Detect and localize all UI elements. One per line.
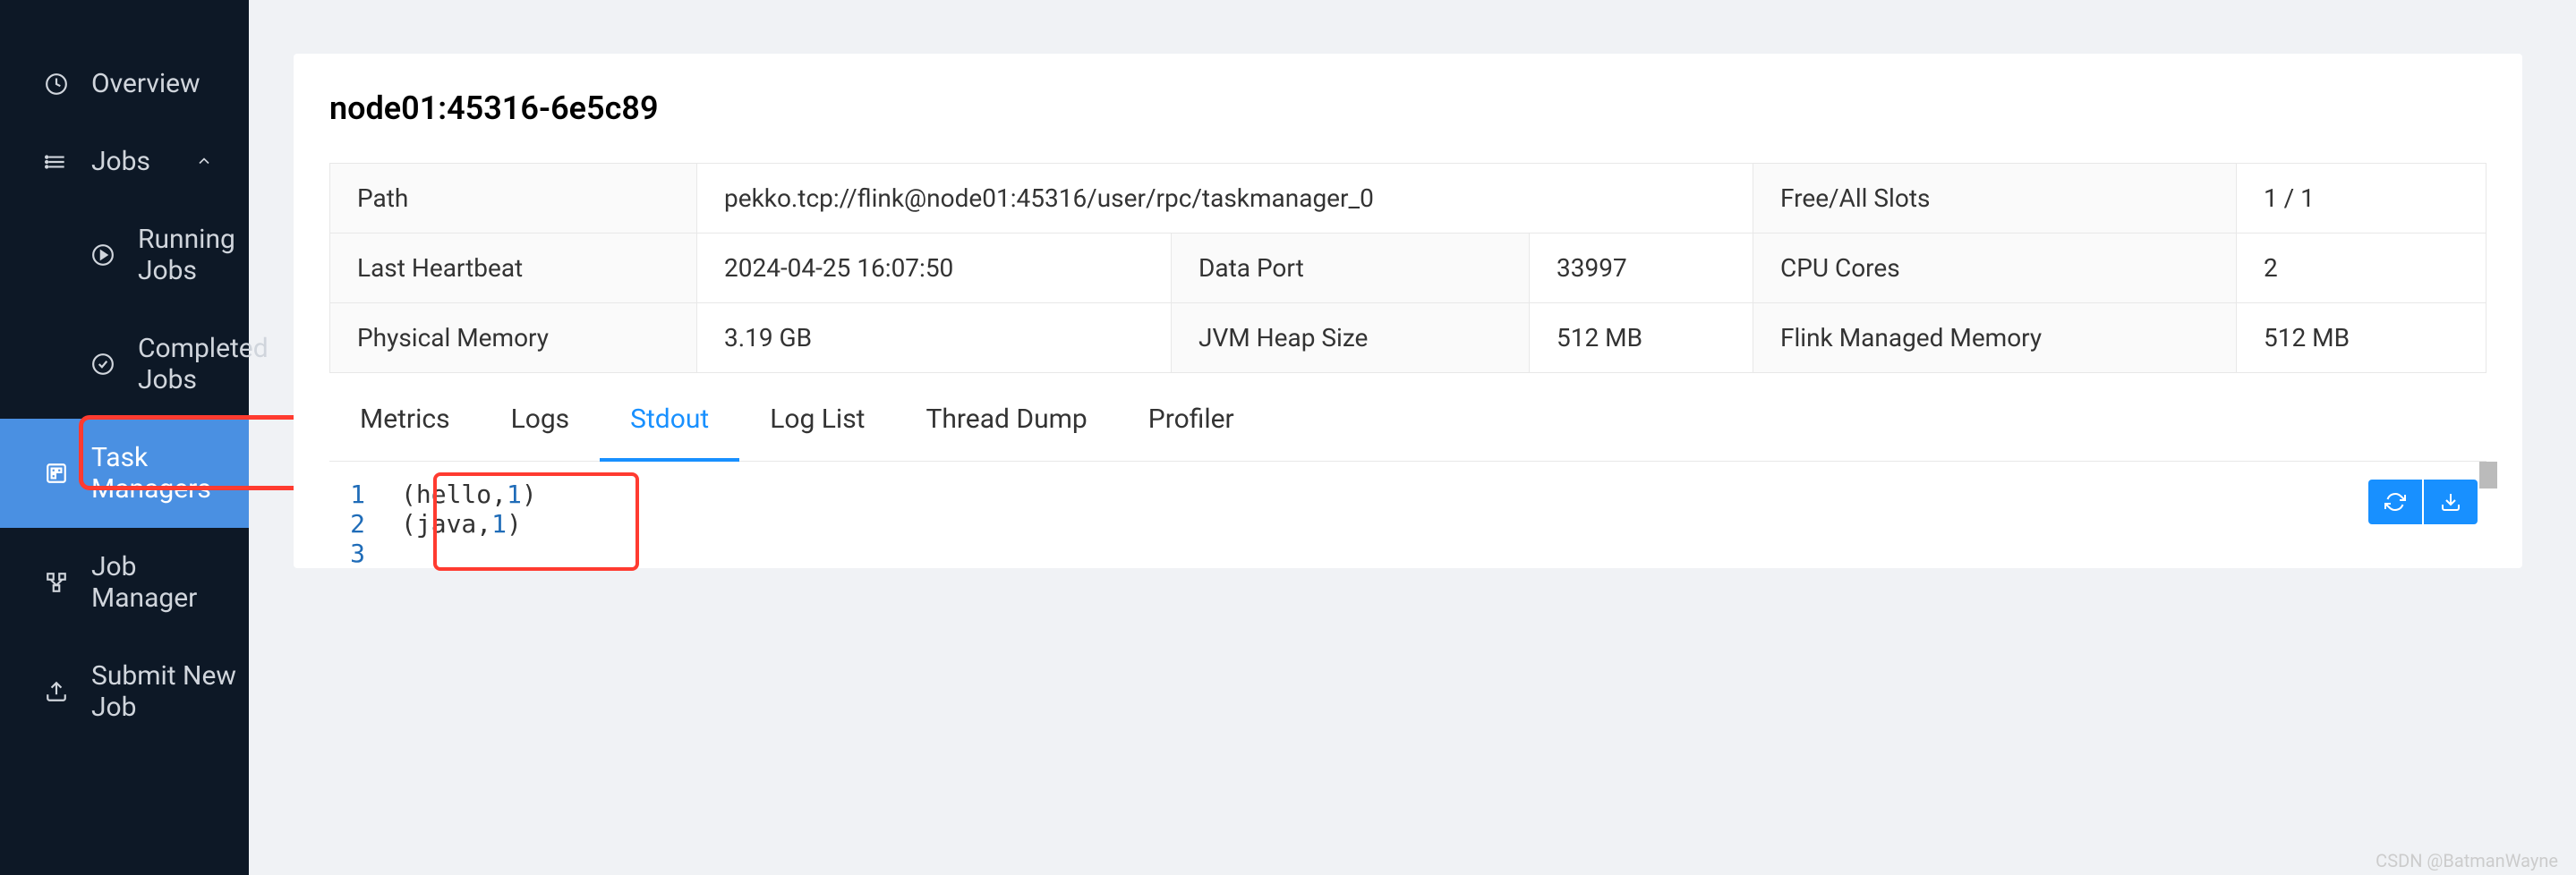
sidebar-item-label: Running Jobs [138, 224, 249, 286]
download-icon [2440, 491, 2461, 513]
sidebar-item-submit-new-job[interactable]: Submit New Job [0, 637, 249, 746]
line-number: 3 [329, 539, 401, 568]
refresh-button[interactable] [2368, 480, 2422, 524]
page-title: node01:45316-6e5c89 [329, 89, 2486, 127]
info-heartbeat-label: Last Heartbeat [330, 234, 697, 303]
sidebar-item-task-managers[interactable]: Task Managers [0, 419, 249, 528]
info-physmem-label: Physical Memory [330, 303, 697, 373]
bars-icon [43, 149, 70, 175]
table-row: Physical Memory 3.19 GB JVM Heap Size 51… [330, 303, 2486, 373]
refresh-icon [2384, 491, 2406, 513]
info-managed-label: Flink Managed Memory [1753, 303, 2237, 373]
sidebar-item-label: Job Manager [91, 551, 249, 614]
main-content: node01:45316-6e5c89 Path pekko.tcp://fli… [249, 0, 2576, 875]
info-slots-value: 1 / 1 [2237, 164, 2486, 234]
sidebar-item-jobs[interactable]: Jobs [0, 123, 249, 200]
sidebar-item-overview[interactable]: Overview [0, 45, 249, 123]
tab-thread-dump[interactable]: Thread Dump [896, 380, 1118, 462]
info-table: Path pekko.tcp://flink@node01:45316/user… [329, 163, 2486, 373]
info-dataport-label: Data Port [1172, 234, 1530, 303]
tab-log-list[interactable]: Log List [739, 380, 895, 462]
build-icon [43, 460, 70, 487]
scrollbar[interactable] [2479, 462, 2497, 488]
sidebar-item-job-manager[interactable]: Job Manager [0, 528, 249, 637]
line-number: 1 [329, 480, 401, 509]
code-line: 1 (hello,1) [329, 480, 2486, 509]
sidebar-item-label: Jobs [91, 146, 150, 177]
check-circle-icon [90, 351, 116, 378]
code-content: (java,1) [401, 509, 522, 539]
info-path-label: Path [330, 164, 697, 234]
table-row: Last Heartbeat 2024-04-25 16:07:50 Data … [330, 234, 2486, 303]
code-content: (hello,1) [401, 480, 537, 509]
tab-logs[interactable]: Logs [481, 380, 601, 462]
info-heartbeat-value: 2024-04-25 16:07:50 [697, 234, 1172, 303]
play-circle-icon [90, 242, 116, 268]
info-path-value: pekko.tcp://flink@node01:45316/user/rpc/… [697, 164, 1753, 234]
sidebar-item-label: Task Managers [91, 442, 249, 505]
stdout-viewer: 1 (hello,1) 2 (java,1) 3 [329, 480, 2486, 568]
cluster-icon [43, 569, 70, 596]
sidebar-item-label: Submit New Job [91, 660, 249, 723]
sidebar-item-running-jobs[interactable]: Running Jobs [0, 200, 249, 310]
info-dataport-value: 33997 [1530, 234, 1753, 303]
tab-profiler[interactable]: Profiler [1118, 380, 1265, 462]
sidebar: Overview Jobs Running Jobs Completed Job… [0, 0, 249, 875]
info-slots-label: Free/All Slots [1753, 164, 2237, 234]
sidebar-item-label: Overview [91, 68, 200, 99]
download-button[interactable] [2424, 480, 2478, 524]
info-managed-value: 512 MB [2237, 303, 2486, 373]
info-heap-value: 512 MB [1530, 303, 1753, 373]
table-row: Path pekko.tcp://flink@node01:45316/user… [330, 164, 2486, 234]
code-line: 2 (java,1) [329, 509, 2486, 539]
code-line: 3 [329, 539, 2486, 568]
dashboard-icon [43, 71, 70, 98]
viewer-actions [2368, 480, 2478, 524]
watermark: CSDN @BatmanWayne [2376, 850, 2558, 871]
chevron-up-icon [195, 146, 213, 177]
info-heap-label: JVM Heap Size [1172, 303, 1530, 373]
tab-metrics[interactable]: Metrics [329, 380, 481, 462]
info-cores-label: CPU Cores [1753, 234, 2237, 303]
sidebar-item-completed-jobs[interactable]: Completed Jobs [0, 310, 249, 419]
line-number: 2 [329, 509, 401, 539]
task-manager-card: node01:45316-6e5c89 Path pekko.tcp://fli… [294, 54, 2522, 568]
tabs: Metrics Logs Stdout Log List Thread Dump… [329, 380, 2486, 462]
info-cores-value: 2 [2237, 234, 2486, 303]
tab-stdout[interactable]: Stdout [600, 380, 739, 462]
upload-icon [43, 678, 70, 705]
info-physmem-value: 3.19 GB [697, 303, 1172, 373]
